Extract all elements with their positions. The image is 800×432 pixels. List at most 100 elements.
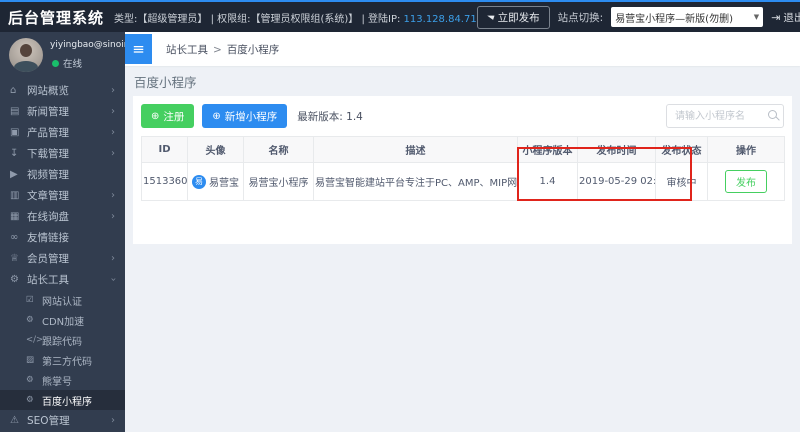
page-title: 百度小程序 (134, 75, 197, 90)
news-icon: ▤ (10, 106, 20, 117)
article-icon: ▥ (10, 190, 20, 201)
video-icon: ▶ (10, 169, 18, 180)
logout-label: 退出 (783, 11, 800, 24)
download-icon: ↧ (10, 148, 19, 159)
sidebar-subitem-baidu-miniapp[interactable]: ⚙ 百度小程序 (0, 390, 125, 410)
sidebar-subitem-xiongzhang[interactable]: ⚙ 熊掌号 (0, 370, 125, 390)
sidebar-item-news[interactable]: ▤ 新闻管理 › (0, 101, 125, 122)
breadcrumb-separator: > (213, 43, 222, 56)
code-icon: </> (26, 335, 44, 345)
chevron-right-icon: › (111, 190, 115, 201)
product-icon: ▣ (10, 127, 20, 138)
search-box (666, 104, 784, 129)
sidebar-item-article[interactable]: ▥ 文章管理 › (0, 185, 125, 206)
sidebar-item-label: 会员管理 (27, 253, 69, 265)
site-select[interactable]: 易营宝小程序—新版(勿删) ▼ (611, 7, 764, 27)
logout-icon: ⇥ (771, 10, 781, 24)
toolbar: ⊕ 注册 ⊕ 新增小程序 最新版本: 1.4 (141, 104, 784, 129)
sidebar-item-label: 网站概览 (27, 85, 69, 97)
sidebar-item-seo[interactable]: ⚠ SEO管理 › (0, 410, 125, 431)
chevron-down-icon: ▼ (753, 13, 760, 21)
publish-now-label: 立即发布 (497, 11, 540, 24)
inquiry-icon: ▦ (10, 211, 20, 222)
col-name: 名称 (243, 136, 314, 163)
sidebar-subitem-label: CDN加速 (42, 316, 85, 328)
chevron-right-icon: › (111, 127, 115, 138)
register-label: 注册 (163, 110, 185, 123)
sidebar-item-label: 文章管理 (27, 190, 69, 202)
cell-id: 15133605 (141, 162, 188, 201)
site-switch-label: 站点切换: (557, 11, 604, 24)
member-icon: ♕ (10, 253, 19, 264)
miniapp-table: ID 头像 名称 描述 小程序版本 发布时间 发布状态 操作 15133605 (141, 136, 785, 201)
col-actions: 操作 (707, 136, 785, 163)
col-avatar: 头像 (187, 136, 244, 163)
sidebar-item-product[interactable]: ▣ 产品管理 › (0, 122, 125, 143)
chevron-down-icon: › (107, 277, 119, 282)
sidebar-item-video[interactable]: ▶ 视频管理 (0, 164, 125, 185)
chevron-right-icon: › (111, 148, 115, 159)
logout-button[interactable]: ⇥ 退出 (771, 10, 800, 25)
search-input[interactable] (666, 104, 784, 129)
sidebar-item-label: 站长工具 (27, 274, 69, 286)
online-dot-icon (52, 59, 59, 67)
sidebar-item-webmaster-tools[interactable]: ⚙ 站长工具 › (0, 269, 125, 290)
sidebar-item-label: 视频管理 (27, 169, 69, 181)
add-miniapp-button[interactable]: ⊕ 新增小程序 (202, 104, 288, 128)
publish-now-button[interactable]: ◄ 立即发布 (476, 5, 550, 29)
cell-description: 易营宝智能建站平台专注于PC、AMP、MIP网站建设 (313, 162, 518, 201)
gear-icon: ⚙ (26, 395, 34, 405)
gear-icon: ⚙ (26, 375, 34, 385)
add-miniapp-label: 新增小程序 (224, 110, 278, 123)
avatar[interactable] (9, 38, 43, 72)
sidebar-subitem-cdn[interactable]: ⚙ CDN加速 (0, 310, 125, 330)
table-header-row: ID 头像 名称 描述 小程序版本 发布时间 发布状态 操作 (141, 136, 785, 163)
miniapp-avatar-name: 易营宝 (209, 178, 239, 189)
plus-circle-icon: ⊕ (212, 110, 221, 122)
chevron-right-icon: › (111, 211, 115, 222)
register-button[interactable]: ⊕ 注册 (141, 104, 195, 128)
breadcrumb-parent[interactable]: 站长工具 (166, 44, 208, 56)
sidebar-item-site-overview[interactable]: ⌂ 网站概览 › (0, 80, 125, 101)
gear-icon: ⚙ (26, 315, 34, 325)
sidebar-item-label: 友情链接 (27, 232, 69, 244)
chevron-right-icon: › (111, 85, 115, 96)
col-version: 小程序版本 (517, 136, 578, 163)
breadcrumb: 站长工具 > 百度小程序 (166, 42, 279, 57)
sidebar-subitem-label: 网站认证 (42, 296, 82, 308)
col-description: 描述 (313, 136, 518, 163)
user-email: yiyingbao@sinoim.com (50, 40, 125, 50)
session-meta-text: 类型:【超级管理员】 | 权限组:【管理员权限组(系统)】 | 登陆IP: (114, 13, 401, 25)
sidebar-item-label: 在线询盘 (27, 211, 69, 223)
menu-toggle-button[interactable]: ≡ (125, 34, 152, 64)
publish-button[interactable]: 发布 (725, 170, 767, 193)
cell-name: 易营宝小程序 (243, 162, 314, 201)
home-icon: ⌂ (10, 85, 17, 96)
sidebar: yiyingbao@sinoim.com 在线 ⌂ 网站概览 › ▤ 新闻管理 › ▣ 产… (0, 32, 125, 432)
sidebar-item-members[interactable]: ♕ 会员管理 › (0, 248, 125, 269)
site-select-value: 易营宝小程序—新版(勿删) (615, 13, 733, 25)
breadcrumb-current: 百度小程序 (226, 43, 280, 56)
chevron-right-icon: › (111, 106, 115, 117)
certificate-icon: ☑ (26, 295, 34, 305)
link-icon: ∞ (10, 232, 19, 243)
cell-publish-status: 审核中 (655, 162, 708, 201)
cell-publish-time: 2019-05-29 02:25 (577, 162, 656, 201)
online-status-label: 在线 (63, 59, 83, 70)
sidebar-item-download[interactable]: ↧ 下载管理 › (0, 143, 125, 164)
code-block-icon: ▨ (26, 355, 35, 365)
warning-icon: ⚠ (10, 415, 19, 426)
breadcrumb-bar: ≡ 站长工具 > 百度小程序 (125, 32, 800, 66)
app-title: 后台管理系统 (8, 8, 105, 27)
cell-version: 1.4 (517, 162, 578, 201)
sidebar-item-inquiry[interactable]: ▦ 在线询盘 › (0, 206, 125, 227)
sidebar-subitem-third-party-code[interactable]: ▨ 第三方代码 (0, 350, 125, 370)
sidebar-subitem-tracking-code[interactable]: </> 跟踪代码 (0, 330, 125, 350)
topbar-actions: ◄ 立即发布 站点切换: 易营宝小程序—新版(勿删) ▼ ⇥ 退出 (476, 5, 800, 29)
sidebar-item-friend-links[interactable]: ∞ 友情链接 (0, 227, 125, 248)
sidebar-menu: ⌂ 网站概览 › ▤ 新闻管理 › ▣ 产品管理 › ↧ 下载管理 › ▶ 视频管理 ▥ 文章管理 ›… (0, 80, 125, 431)
col-publish-status: 发布状态 (655, 136, 708, 163)
miniapp-logo-icon: 易 (192, 174, 206, 189)
sidebar-item-label: SEO管理 (27, 415, 70, 427)
sidebar-subitem-site-auth[interactable]: ☑ 网站认证 (0, 290, 125, 310)
